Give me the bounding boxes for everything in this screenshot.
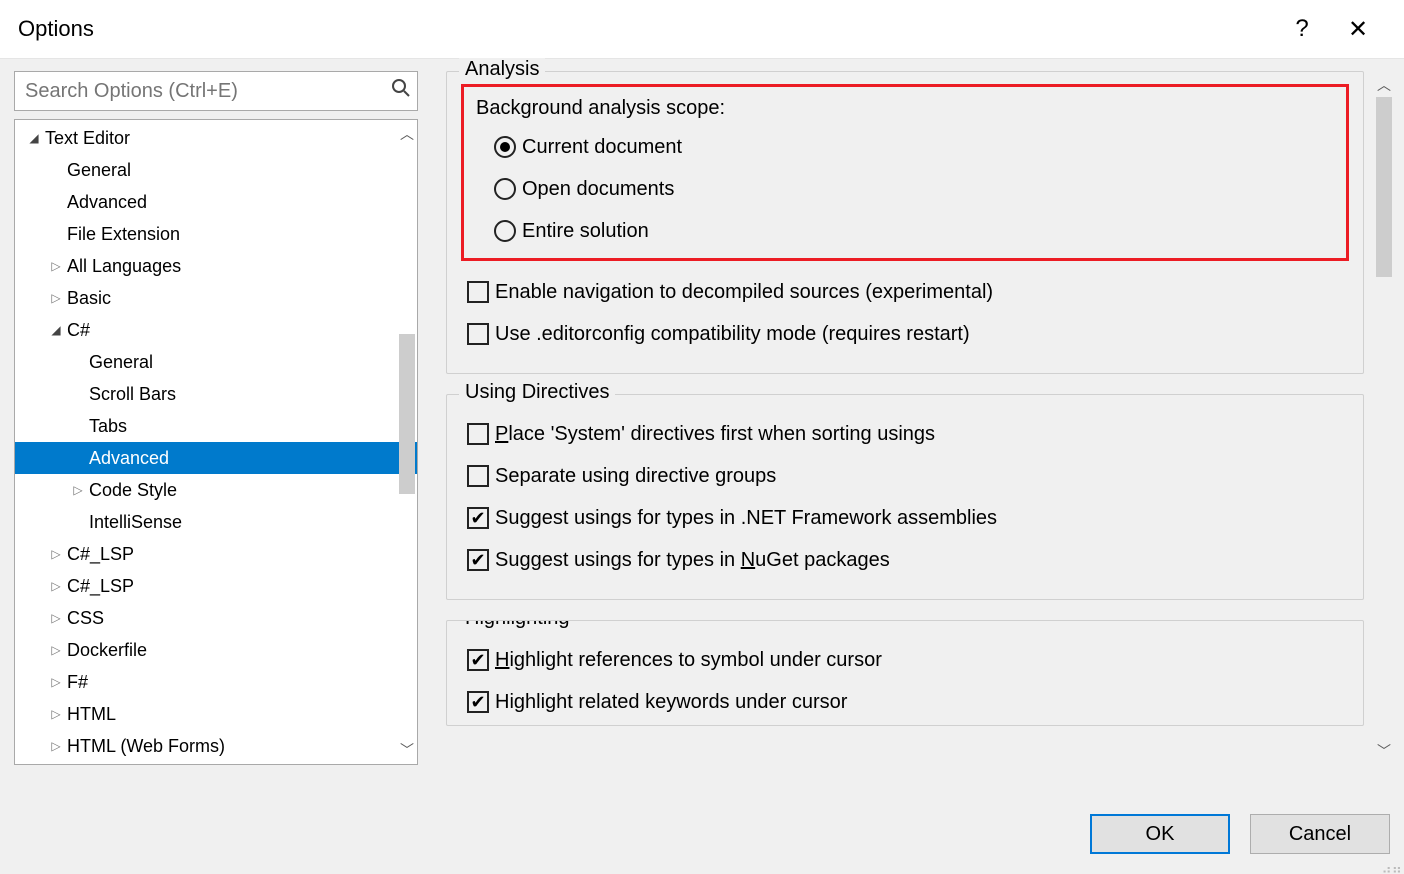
tree-item[interactable]: ▷HTML [15, 698, 417, 730]
radio-option[interactable]: Open documents [470, 168, 1340, 210]
search-icon [391, 78, 411, 104]
tree-item[interactable]: Advanced [15, 186, 417, 218]
tree-item[interactable]: ◢Text Editor [15, 122, 417, 154]
tree-item[interactable]: ▷Code Style [15, 474, 417, 506]
titlebar: Options ? ✕ [0, 0, 1404, 58]
checkbox-option[interactable]: ✔Suggest usings for types in NuGet packa… [467, 539, 1343, 581]
background-scope-highlight: Background analysis scope: Current docum… [461, 84, 1349, 261]
checkbox-option[interactable]: Place 'System' directives first when sor… [467, 413, 1343, 455]
checkbox-option[interactable]: ✔Suggest usings for types in .NET Framew… [467, 497, 1343, 539]
search-input[interactable] [23, 79, 391, 104]
checkbox-option[interactable]: ✔Highlight references to symbol under cu… [467, 639, 1343, 681]
tree-item[interactable]: ▷F# [15, 666, 417, 698]
tree-item[interactable]: General [15, 154, 417, 186]
scroll-thumb[interactable] [1376, 97, 1392, 277]
tree-item[interactable]: ▷All Languages [15, 250, 417, 282]
checkbox-option[interactable]: ✔Highlight related keywords under cursor [467, 681, 1343, 723]
group-analysis: Analysis Background analysis scope: Curr… [446, 71, 1364, 374]
tree-item[interactable]: ▷CSS [15, 602, 417, 634]
group-legend: Highlighting [459, 620, 576, 630]
scroll-up-icon[interactable]: ︿ [397, 124, 417, 144]
tree-item[interactable]: ▷HTML (Web Forms) [15, 730, 417, 762]
search-box[interactable] [14, 71, 418, 111]
options-tree[interactable]: ◢Text EditorGeneralAdvancedFile Extensio… [14, 119, 418, 765]
dialog-footer: OK Cancel [1090, 814, 1390, 854]
left-pane: ◢Text EditorGeneralAdvancedFile Extensio… [14, 71, 418, 765]
tree-item[interactable]: IntelliSense [15, 506, 417, 538]
close-icon[interactable]: ✕ [1330, 9, 1386, 49]
checkbox-option[interactable]: Enable navigation to decompiled sources … [467, 271, 1343, 313]
checkbox-option[interactable]: Separate using directive groups [467, 455, 1343, 497]
help-icon[interactable]: ? [1274, 9, 1330, 49]
tree-item[interactable]: Tabs [15, 410, 417, 442]
tree-item[interactable]: File Extension [15, 218, 417, 250]
scope-label: Background analysis scope: [476, 97, 1340, 120]
scroll-up-icon[interactable]: ︿ [1374, 75, 1394, 95]
group-using-directives: Using Directives Place 'System' directiv… [446, 394, 1364, 600]
scroll-down-icon[interactable]: ﹀ [397, 740, 417, 760]
tree-item[interactable]: General [15, 346, 417, 378]
scroll-down-icon[interactable]: ﹀ [1374, 741, 1394, 761]
tree-item[interactable]: ▷C#_LSP [15, 538, 417, 570]
tree-item[interactable]: ◢C# [15, 314, 417, 346]
settings-pane: Analysis Background analysis scope: Curr… [446, 71, 1390, 765]
radio-option[interactable]: Entire solution [470, 210, 1340, 252]
dialog-body: ◢Text EditorGeneralAdvancedFile Extensio… [0, 58, 1404, 874]
window-title: Options [18, 16, 94, 42]
tree-item[interactable]: ▷Dockerfile [15, 634, 417, 666]
content-scrollbar[interactable]: ︿ ﹀ [1374, 75, 1394, 761]
ok-button[interactable]: OK [1090, 814, 1230, 854]
scroll-thumb[interactable] [399, 334, 415, 494]
tree-scrollbar[interactable]: ︿ ﹀ [397, 124, 417, 760]
tree-item[interactable]: Advanced [15, 442, 417, 474]
checkbox-option[interactable]: Use .editorconfig compatibility mode (re… [467, 313, 1343, 355]
tree-item[interactable]: ▷C#_LSP [15, 570, 417, 602]
radio-option[interactable]: Current document [470, 126, 1340, 168]
group-legend: Using Directives [459, 381, 615, 404]
tree-item[interactable]: Scroll Bars [15, 378, 417, 410]
tree-item[interactable]: ▷Basic [15, 282, 417, 314]
resize-grip-icon[interactable]: ⣠⣤ [1381, 858, 1402, 872]
cancel-button[interactable]: Cancel [1250, 814, 1390, 854]
group-legend: Analysis [459, 58, 545, 81]
group-highlighting: Highlighting ✔Highlight references to sy… [446, 620, 1364, 726]
